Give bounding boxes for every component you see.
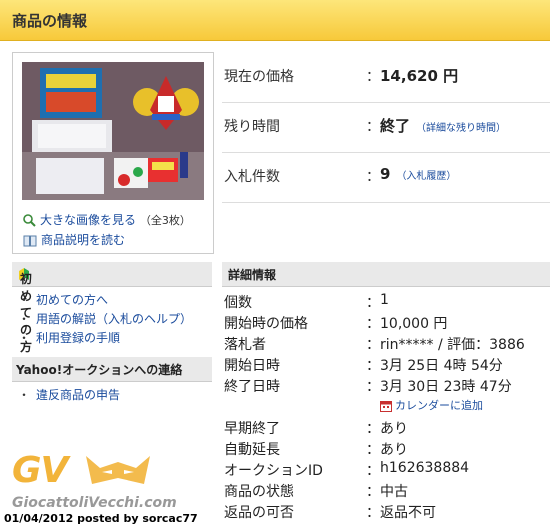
- details-header: 詳細情報: [222, 262, 550, 287]
- separator: ：: [366, 484, 380, 500]
- bid-count-label: 入札件数: [224, 169, 280, 185]
- detail-value: 3月 30日 23時 47分: [380, 379, 512, 395]
- book-icon: [23, 235, 37, 246]
- detail-label: 返品の可否: [224, 505, 294, 521]
- detail-label: オークションID: [224, 463, 323, 479]
- sidebar-link-label: 初めての方へ: [36, 293, 109, 307]
- current-price-value: 14,620 円: [380, 67, 459, 85]
- detail-label: 自動延長: [224, 442, 280, 458]
- detail-label: 個数: [224, 295, 252, 311]
- winner-value[interactable]: rin***** / 評価：3886: [380, 334, 525, 354]
- detail-value: 1: [380, 292, 389, 308]
- calendar-icon: [380, 401, 392, 412]
- add-to-calendar-label: カレンダーに追加: [395, 399, 483, 412]
- bid-count-number: 9: [380, 165, 391, 183]
- detail-value: 返品不可: [380, 505, 436, 521]
- separator: ：: [366, 295, 380, 311]
- magnifier-icon: [23, 214, 36, 227]
- separator: ：: [366, 337, 380, 353]
- detail-value: あり: [380, 442, 408, 458]
- bid-count-row: 入札件数 ： 9 （入札履歴）: [222, 152, 550, 203]
- watermark-site: GiocattoliVecchi.com: [12, 495, 177, 511]
- bid-history-link[interactable]: （入札履歴）: [396, 171, 456, 182]
- mask-icon: [86, 456, 150, 484]
- image-count: （全3枚）: [139, 214, 191, 227]
- detail-row-auction-id: オークションID ： h162638884: [224, 460, 550, 480]
- section-title: 商品の情報: [12, 12, 88, 30]
- current-price-row: 現在の価格 ： 14,620 円: [222, 52, 550, 103]
- detail-row-auto-extend: 自動延長 ： あり: [224, 439, 550, 459]
- detail-row-start-price: 開始時の価格 ： 10,000 円: [224, 313, 550, 333]
- detail-row-end-date: 終了日時 ： 3月 30日 23時 47分: [224, 376, 550, 396]
- detail-value: 中古: [380, 484, 408, 500]
- separator: ：: [366, 442, 380, 458]
- detail-label: 開始日時: [224, 358, 280, 374]
- contact-header: Yahoo!オークションへの連絡: [12, 357, 212, 382]
- separator: ：: [366, 505, 380, 521]
- detail-label: 落札者: [224, 337, 266, 353]
- contact-title: Yahoo!オークションへの連絡: [16, 363, 183, 377]
- detail-label: 終了日時: [224, 379, 280, 395]
- time-left-value: 終了 （詳細な残り時間）: [380, 115, 506, 136]
- details-title: 詳細情報: [228, 268, 277, 282]
- current-price-label: 現在の価格: [224, 69, 294, 85]
- detail-row-winner: 落札者 ： rin***** / 評価：3886: [224, 334, 550, 354]
- sidebar-link-label: 用語の解説（入札のヘルプ）: [36, 312, 193, 326]
- enlarge-image-link[interactable]: 大きな画像を見る （全3枚）: [23, 211, 191, 228]
- detail-label: 商品の状態: [224, 484, 294, 500]
- separator: ：: [366, 69, 380, 85]
- time-left-label: 残り時間: [224, 119, 280, 135]
- detail-row-quantity: 個数 ： 1: [224, 292, 550, 312]
- time-detail-link[interactable]: （詳細な残り時間）: [416, 123, 506, 134]
- separator: ：: [366, 463, 380, 479]
- detail-value: 10,000 円: [380, 316, 448, 332]
- sidebar-link-label: 利用登録の手順: [36, 331, 121, 345]
- watermark-logo: GV GiocattoliVecchi.com: [12, 450, 177, 511]
- detail-row-condition: 商品の状態 ： 中古: [224, 481, 550, 501]
- add-to-calendar-link[interactable]: カレンダーに追加: [380, 397, 483, 413]
- logo-text: GV: [12, 450, 68, 491]
- detail-row-start-date: 開始日時 ： 3月 25日 4時 54分: [224, 355, 550, 375]
- sidebar-link-label: 違反商品の申告: [36, 388, 121, 402]
- separator: ：: [366, 379, 380, 395]
- section-header: 商品の情報: [0, 0, 550, 41]
- sidebar-link-beginners-guide[interactable]: ・初めての方へ: [18, 291, 108, 308]
- read-description-link[interactable]: 商品説明を読む: [23, 231, 125, 248]
- sidebar-link-report[interactable]: ・違反商品の申告: [18, 386, 120, 403]
- separator: ：: [366, 421, 380, 437]
- sidebar-link-glossary[interactable]: ・用語の解説（入札のヘルプ）: [18, 310, 192, 327]
- separator: ：: [366, 169, 380, 185]
- posted-by-caption: 01/04/2012 posted by sorcac77: [4, 512, 198, 525]
- detail-row-early-end: 早期終了 ： あり: [224, 418, 550, 438]
- thumbnail-panel: 大きな画像を見る （全3枚） 商品説明を読む: [12, 52, 214, 254]
- detail-value: 3月 25日 4時 54分: [380, 358, 503, 374]
- detail-value: h162638884: [380, 460, 470, 476]
- detail-value: あり: [380, 421, 408, 437]
- read-description-label: 商品説明を読む: [41, 233, 126, 247]
- separator: ：: [366, 316, 380, 332]
- beginners-header: 初めての方: [12, 262, 212, 354]
- sidebar-link-registration[interactable]: ・利用登録の手順: [18, 329, 120, 346]
- product-photo[interactable]: [22, 62, 204, 200]
- time-left-status: 終了: [380, 117, 411, 135]
- time-left-row: 残り時間 ： 終了 （詳細な残り時間）: [222, 102, 550, 153]
- detail-label: 開始時の価格: [224, 316, 308, 332]
- detail-label: 早期終了: [224, 421, 280, 437]
- detail-row-returns: 返品の可否 ： 返品不可: [224, 502, 550, 522]
- separator: ：: [366, 358, 380, 374]
- enlarge-image-label: 大きな画像を見る: [40, 213, 137, 227]
- separator: ：: [366, 119, 380, 135]
- bid-count-value: 9 （入札履歴）: [380, 165, 456, 183]
